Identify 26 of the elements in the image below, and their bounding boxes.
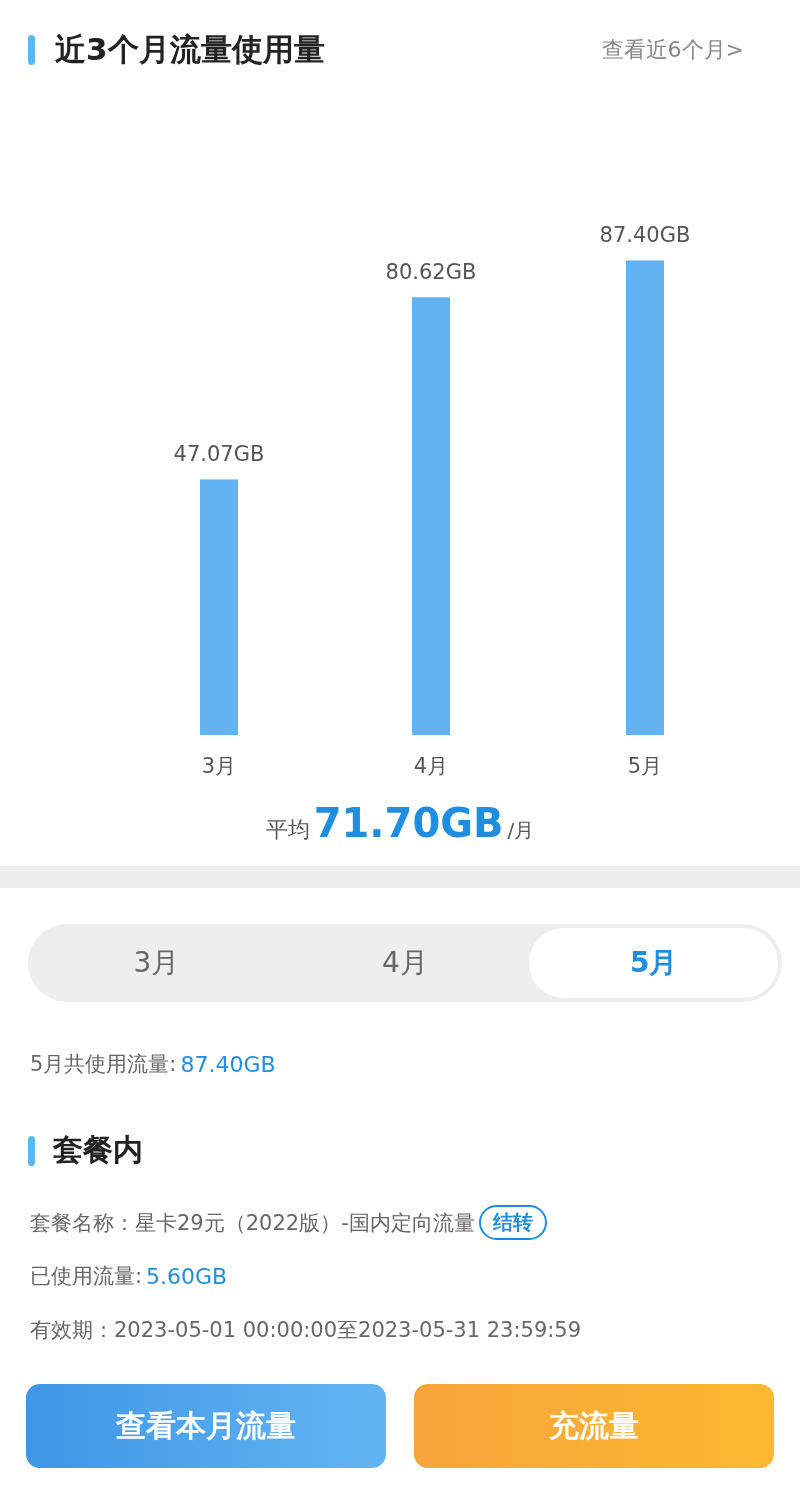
average-value: 71.70GB — [313, 800, 504, 846]
month-total-value: 87.40GB — [180, 1051, 276, 1077]
month-axis-label: 4月 — [413, 754, 449, 778]
validity-period: 有效期：2023-05-01 00:00:00至2023-05-31 23:59:59 — [30, 1317, 582, 1344]
section-title: 套餐内 — [53, 1131, 143, 1169]
average-unit: /月 — [507, 817, 535, 844]
bar-value-label: 80.62GB — [385, 260, 477, 285]
title-accent-bar — [28, 35, 35, 65]
view-six-months-link[interactable]: 查看近6个月> — [601, 35, 744, 65]
package-name: 套餐名称：星卡29元（2022版）-国内定向流量 — [30, 1209, 475, 1237]
month-tab[interactable]: 3月 — [32, 928, 281, 998]
used-data-value: 5.60GB — [146, 1263, 228, 1289]
average-label: 平均 — [265, 816, 310, 844]
section-title: 近3个月流量使用量 — [55, 30, 325, 69]
bar-value-label: 47.07GB — [173, 442, 265, 467]
view-month-data-button[interactable]: 查看本月流量 — [26, 1384, 386, 1468]
month-axis-label: 5月 — [627, 754, 663, 778]
month-tab[interactable]: 4月 — [280, 928, 530, 998]
title-accent-bar — [28, 1135, 35, 1166]
month-axis-label: 3月 — [201, 754, 237, 778]
month-total-label: 5月共使用流量: — [30, 1051, 177, 1078]
month-tab[interactable]: 5月 — [529, 928, 778, 998]
bar-value-label: 87.40GB — [599, 223, 691, 248]
top-up-button[interactable]: 充流量 — [414, 1384, 774, 1468]
used-data-label: 已使用流量: — [30, 1263, 143, 1290]
rollover-tag: 结转 — [478, 1205, 547, 1240]
